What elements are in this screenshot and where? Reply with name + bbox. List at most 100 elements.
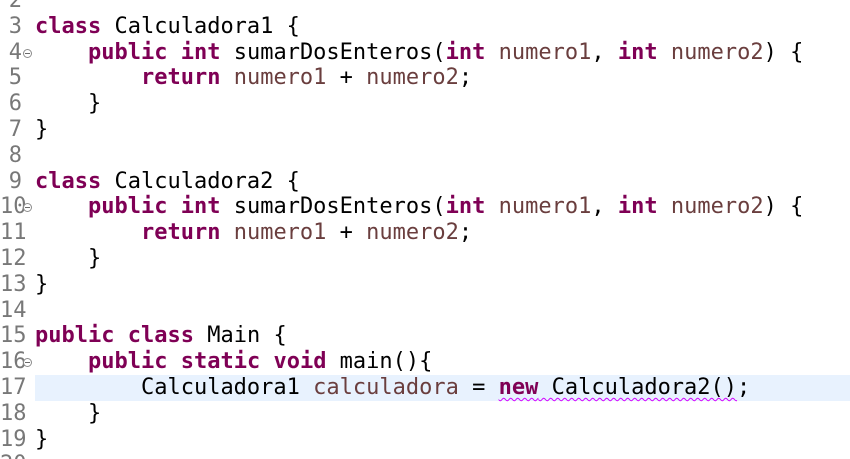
line-number: 9 <box>8 168 22 194</box>
line-content: public int sumarDosEnteros(int numero1, … <box>35 40 850 66</box>
code-line[interactable]: 8 <box>0 143 850 169</box>
line-number: 16 <box>0 349 27 375</box>
keyword: public <box>87 349 168 375</box>
code-line[interactable]: 5 return numero1 + numero2; <box>0 65 850 91</box>
code-text: Main { <box>193 323 287 349</box>
keyword: public <box>87 39 168 65</box>
keyword: int <box>180 39 221 65</box>
code-text: ) { <box>763 39 804 65</box>
code-line[interactable]: 3 class Calculadora1 { <box>0 14 850 40</box>
keyword-error: new <box>498 374 539 400</box>
line-content: } <box>35 116 49 142</box>
keyword: return <box>140 65 221 91</box>
keyword: class <box>35 13 102 39</box>
line-number: 13 <box>0 271 27 297</box>
type-name: Calculadora1 <box>140 374 314 400</box>
line-content: public int sumarDosEnteros(int numero1, … <box>35 194 850 220</box>
code-line[interactable]: 7 } <box>0 117 850 143</box>
code-line[interactable]: 2 <box>0 0 850 14</box>
keyword: int <box>445 39 486 65</box>
code-text: , <box>591 39 618 65</box>
line-content <box>35 298 850 324</box>
code-lines: 2 3 class Calculadora1 { 4 public int su… <box>0 0 850 459</box>
code-text: main(){ <box>326 349 433 375</box>
fold-toggle-icon[interactable] <box>23 48 32 58</box>
code-text: sumarDosEnteros( <box>220 194 446 220</box>
keyword: int <box>180 194 221 220</box>
parameter: numero1 <box>498 194 592 220</box>
line-number: 17 <box>0 374 27 400</box>
variable: numero1 <box>233 65 327 91</box>
fold-toggle-icon[interactable] <box>23 358 32 368</box>
keyword: void <box>273 349 327 375</box>
variable: numero2 <box>366 65 459 91</box>
code-line[interactable]: 16 public static void main(){ <box>0 349 850 375</box>
code-line[interactable]: 15 public class Main { <box>0 323 850 349</box>
keyword: int <box>617 39 658 65</box>
code-line[interactable]: 18 } <box>0 401 850 427</box>
code-line[interactable]: 6 } <box>0 91 850 117</box>
line-content: } <box>35 91 102 117</box>
line-number: 11 <box>0 220 27 246</box>
line-content: } <box>35 426 49 452</box>
line-content: class Calculadora1 { <box>35 14 850 40</box>
code-text: ; <box>458 220 473 246</box>
line-content: return numero1 + numero2; <box>35 65 850 91</box>
line-number: 5 <box>8 65 22 91</box>
keyword: class <box>35 168 102 194</box>
code-line[interactable]: 4 public int sumarDosEnteros(int numero1… <box>0 40 850 66</box>
line-content: } <box>35 400 102 426</box>
line-content: } <box>35 245 102 271</box>
line-content: class Calculadora2 { <box>35 169 850 195</box>
line-content: public static void main(){ <box>35 349 850 375</box>
line-number: 3 <box>8 13 22 39</box>
line-number: 7 <box>8 116 22 142</box>
code-line[interactable]: 9 class Calculadora2 { <box>0 169 850 195</box>
line-number: 10 <box>0 194 27 220</box>
line-content <box>35 143 850 169</box>
code-text: Calculadora2 { <box>101 168 300 194</box>
keyword: static <box>180 349 261 375</box>
keyword: public <box>35 323 115 349</box>
fold-toggle-icon[interactable] <box>23 203 32 213</box>
code-line[interactable]: 12 } <box>0 246 850 272</box>
code-text: + <box>326 220 367 246</box>
code-text: = <box>458 374 499 400</box>
code-line-current[interactable]: 17 Calculadora1 calculadora = new Calcul… <box>0 374 850 401</box>
error-expression: Calculadora2() <box>538 374 738 400</box>
code-line[interactable]: 14 <box>0 298 850 324</box>
line-content: public class Main { <box>35 323 850 349</box>
line-number: 2 <box>8 0 22 13</box>
keyword: return <box>140 220 221 246</box>
code-editor[interactable]: 2 3 class Calculadora1 { 4 public int su… <box>0 0 850 459</box>
variable: calculadora <box>313 374 459 400</box>
code-text: Calculadora1 { <box>101 13 300 39</box>
line-content <box>35 0 850 14</box>
code-text: , <box>591 194 618 220</box>
code-line[interactable]: 10 public int sumarDosEnteros(int numero… <box>0 194 850 220</box>
code-line[interactable]: 13 } <box>0 272 850 298</box>
parameter: numero2 <box>670 194 764 220</box>
line-number: 14 <box>0 297 27 323</box>
code-line[interactable]: 19 } <box>0 427 850 453</box>
line-number: 15 <box>0 323 27 349</box>
line-number: 18 <box>0 400 27 426</box>
code-text: ) { <box>763 194 804 220</box>
code-text: + <box>326 65 367 91</box>
keyword: public <box>87 194 168 220</box>
line-content: } <box>35 271 49 297</box>
line-number: 6 <box>8 91 22 117</box>
line-content: Calculadora1 calculadora = new Calculado… <box>35 374 850 401</box>
variable: numero2 <box>366 220 459 246</box>
line-number: 4 <box>8 39 22 65</box>
code-line[interactable]: 11 return numero1 + numero2; <box>0 220 850 246</box>
keyword: int <box>445 194 486 220</box>
line-number: 20 <box>0 452 27 459</box>
code-line[interactable]: 20 <box>0 452 850 459</box>
keyword: class <box>127 323 194 349</box>
